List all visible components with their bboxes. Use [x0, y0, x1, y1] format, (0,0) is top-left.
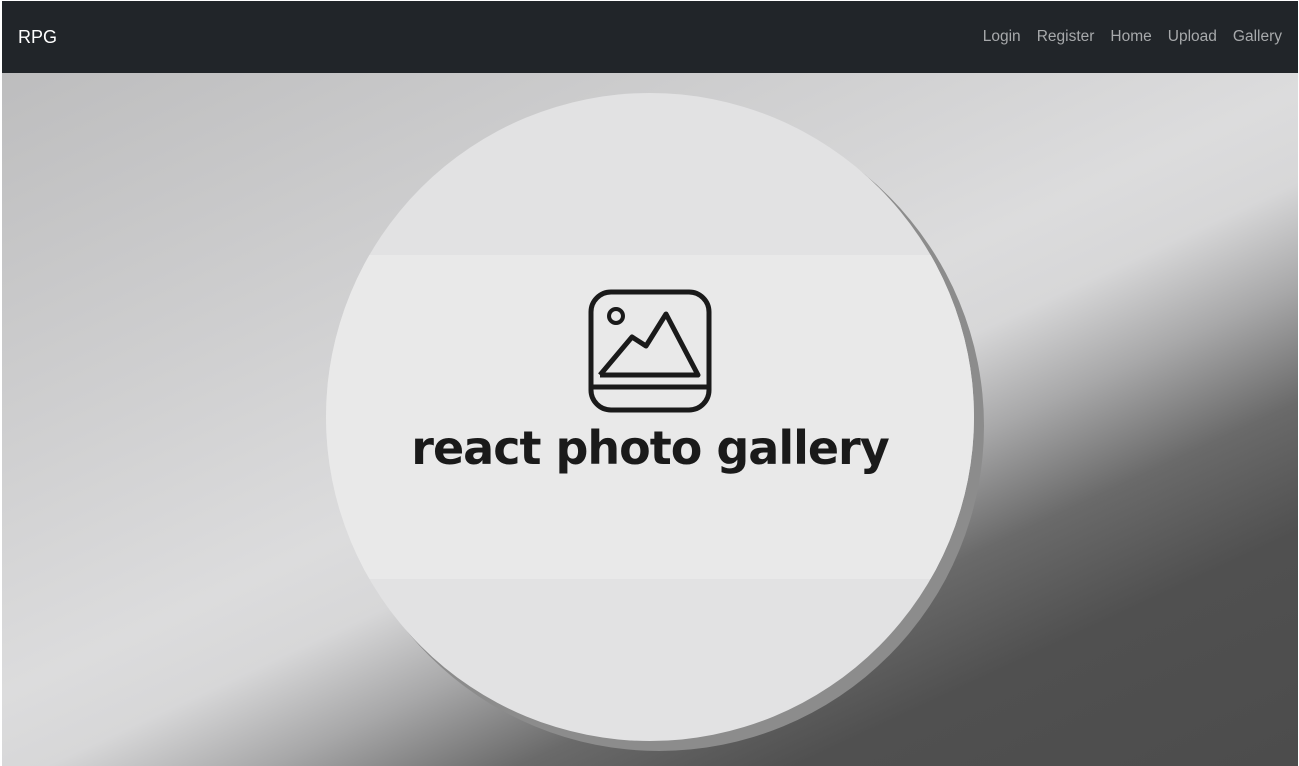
top-navbar: RPG Login Register Home Upload Gallery: [2, 1, 1298, 73]
nav-home-link[interactable]: Home: [1110, 28, 1151, 46]
hero-logo: react photo gallery: [326, 93, 974, 741]
nav-gallery-link[interactable]: Gallery: [1233, 28, 1282, 46]
image-gallery-icon: [588, 289, 712, 413]
brand-link[interactable]: RPG: [18, 27, 57, 48]
app-window: RPG Login Register Home Upload Gallery r…: [0, 0, 1299, 766]
nav-upload-link[interactable]: Upload: [1168, 28, 1217, 46]
logo-text: react photo gallery: [411, 421, 889, 475]
nav-login-link[interactable]: Login: [983, 28, 1021, 46]
nav-links: Login Register Home Upload Gallery: [983, 28, 1282, 46]
nav-register-link[interactable]: Register: [1037, 28, 1095, 46]
